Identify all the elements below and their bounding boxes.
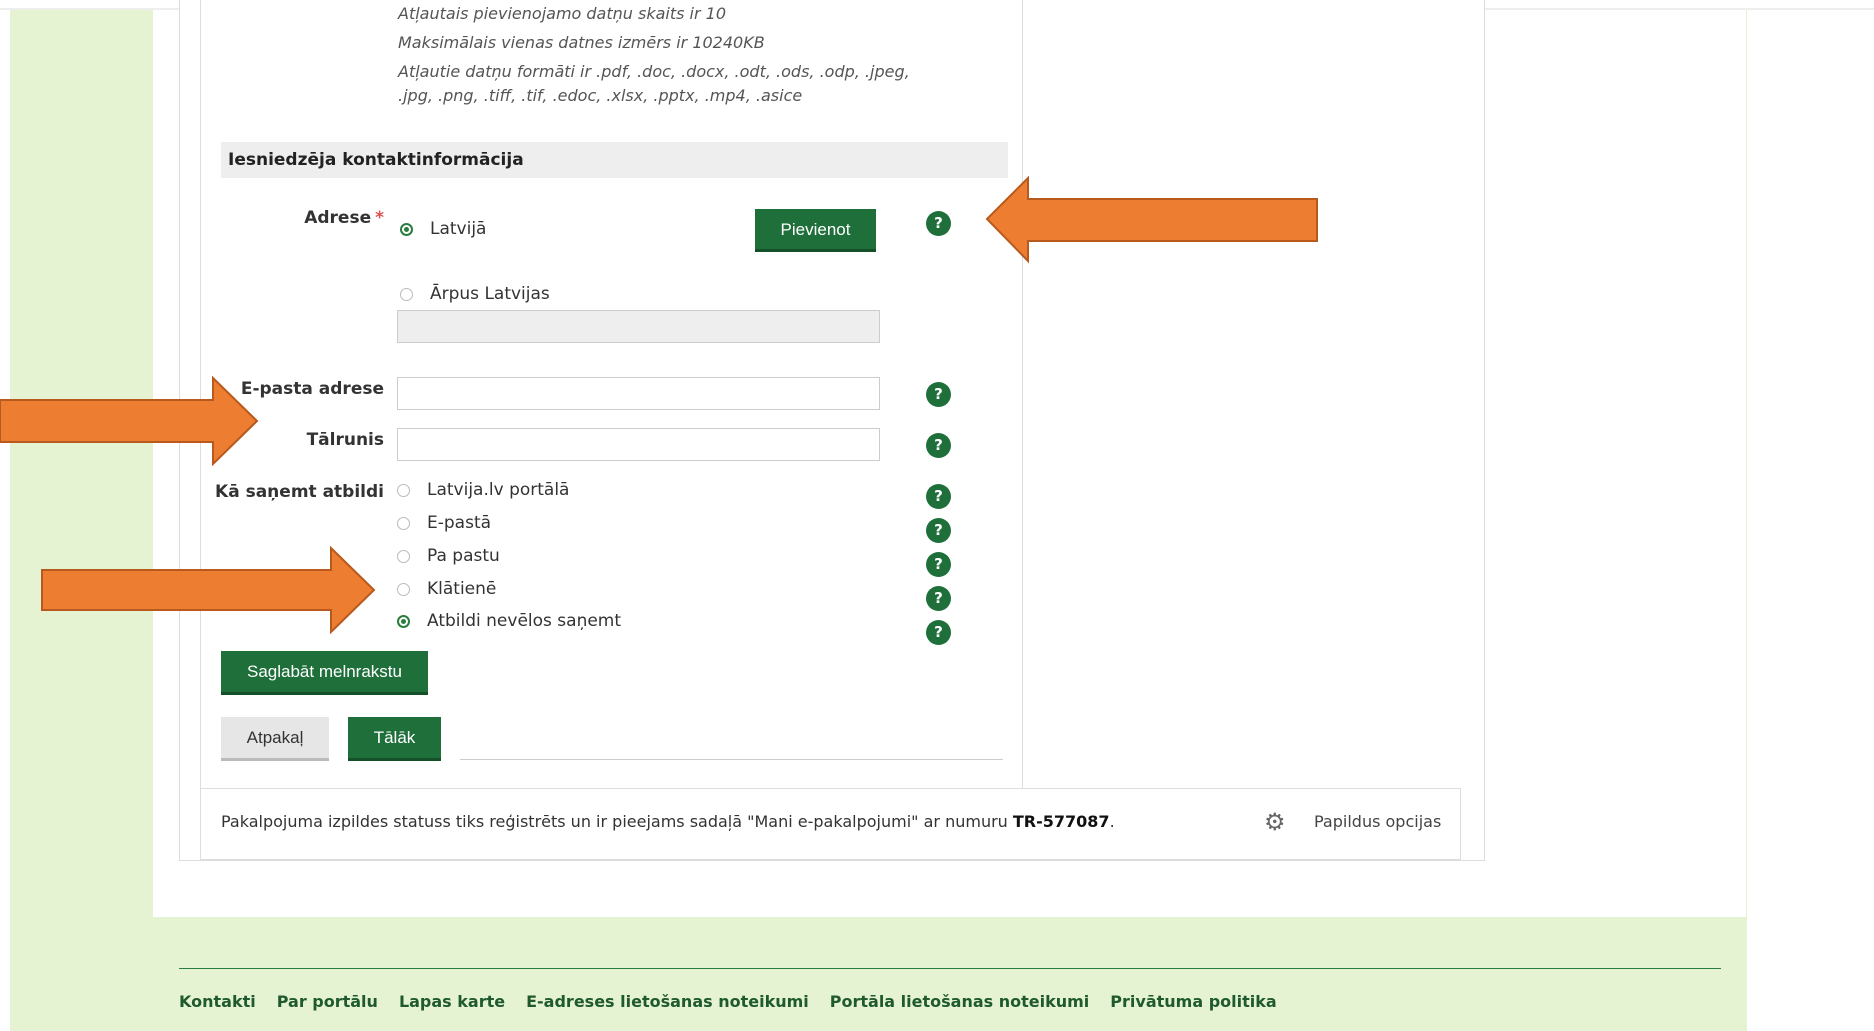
back-button[interactable]: Atpakaļ — [221, 717, 329, 761]
info-max-files: Atļautais pievienojamo datņu skaits ir 1… — [398, 4, 727, 23]
address-latvia-radio[interactable] — [400, 223, 413, 236]
footer-divider — [179, 968, 1721, 969]
divider — [460, 759, 1003, 760]
help-icon[interactable]: ? — [926, 620, 951, 645]
next-button[interactable]: Tālāk — [348, 717, 441, 761]
reply-option-post[interactable]: Pa pastu — [427, 546, 500, 566]
save-draft-button[interactable]: Saglabāt melnrakstu — [221, 651, 428, 695]
add-address-button[interactable]: Pievienot — [755, 209, 876, 252]
required-mark: * — [375, 208, 384, 228]
annotation-arrow-right-icon — [0, 375, 259, 467]
status-text-after: . — [1109, 812, 1115, 831]
reply-option-email[interactable]: E-pastā — [427, 513, 491, 533]
reply-option-radio[interactable] — [397, 484, 410, 497]
status-message: Pakalpojuma izpildes statuss tiks reģist… — [221, 812, 1115, 831]
footer-link-contacts[interactable]: Kontakti — [179, 992, 256, 1011]
help-icon[interactable]: ? — [926, 433, 951, 458]
help-icon[interactable]: ? — [926, 484, 951, 509]
reply-option-portal[interactable]: Latvija.lv portālā — [427, 480, 569, 500]
footer-link-portal-terms[interactable]: Portāla lietošanas noteikumi — [830, 992, 1090, 1011]
reply-option-radio[interactable] — [397, 615, 410, 628]
address-label-text: Adrese — [304, 208, 372, 228]
reply-label: Kā saņemt atbildi — [215, 482, 384, 502]
help-icon[interactable]: ? — [926, 586, 951, 611]
reply-option-none[interactable]: Atbildi nevēlos saņemt — [427, 611, 621, 631]
footer-link-e-address-terms[interactable]: E-adreses lietošanas noteikumi — [526, 992, 809, 1011]
reply-option-in-person[interactable]: Klātienē — [427, 579, 496, 599]
address-abroad-radio[interactable] — [400, 288, 413, 301]
footer-link-about[interactable]: Par portālu — [277, 992, 378, 1011]
help-icon[interactable]: ? — [926, 518, 951, 543]
footer-nav: Kontakti Par portālu Lapas karte E-adres… — [179, 992, 1277, 1011]
annotation-arrow-left-icon — [985, 175, 1318, 264]
annotation-arrow-right-icon — [41, 546, 376, 634]
section-title: Iesniedzēja kontaktinformācija — [221, 142, 1008, 178]
info-formats-cont: .jpg, .png, .tiff, .tif, .edoc, .xlsx, .… — [398, 86, 803, 105]
address-abroad-label[interactable]: Ārpus Latvijas — [430, 284, 550, 304]
reply-option-radio[interactable] — [397, 583, 410, 596]
info-max-size: Maksimālais vienas datnes izmērs ir 1024… — [398, 33, 765, 52]
email-field[interactable] — [397, 377, 880, 410]
gear-icon[interactable]: ⚙ — [1264, 810, 1288, 834]
additional-options-link[interactable]: Papildus opcijas — [1314, 812, 1441, 831]
help-icon[interactable]: ? — [926, 382, 951, 407]
footer-link-sitemap[interactable]: Lapas karte — [399, 992, 505, 1011]
help-icon[interactable]: ? — [926, 211, 951, 236]
help-icon[interactable]: ? — [926, 552, 951, 577]
service-number: TR-577087 — [1012, 812, 1110, 831]
address-label: Adrese * — [290, 208, 384, 228]
reply-option-radio[interactable] — [397, 550, 410, 563]
abroad-address-field[interactable] — [397, 310, 880, 343]
info-formats: Atļautie datņu formāti ir .pdf, .doc, .d… — [398, 62, 910, 81]
footer-link-privacy[interactable]: Privātuma politika — [1110, 992, 1276, 1011]
phone-field[interactable] — [397, 428, 880, 461]
address-latvia-label[interactable]: Latvijā — [430, 219, 486, 239]
status-text-before: Pakalpojuma izpildes statuss tiks reģist… — [221, 812, 1013, 831]
reply-option-radio[interactable] — [397, 517, 410, 530]
